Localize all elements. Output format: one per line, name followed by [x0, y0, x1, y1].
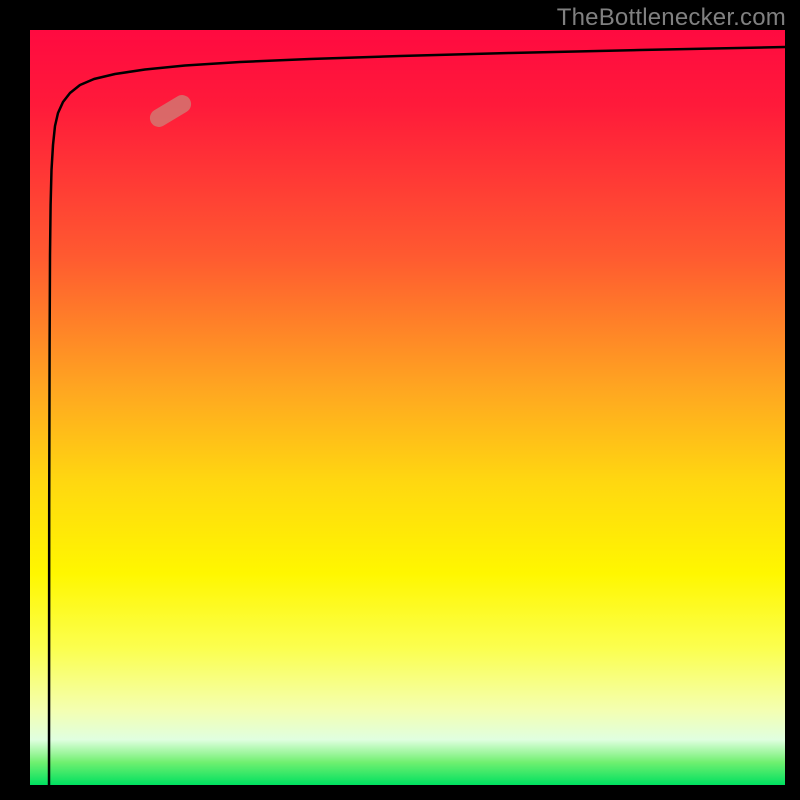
plot-area — [30, 30, 785, 785]
curve-line — [30, 30, 785, 785]
chart-frame: TheBottlenecker.com — [0, 0, 800, 800]
watermark-text: TheBottlenecker.com — [557, 4, 786, 32]
